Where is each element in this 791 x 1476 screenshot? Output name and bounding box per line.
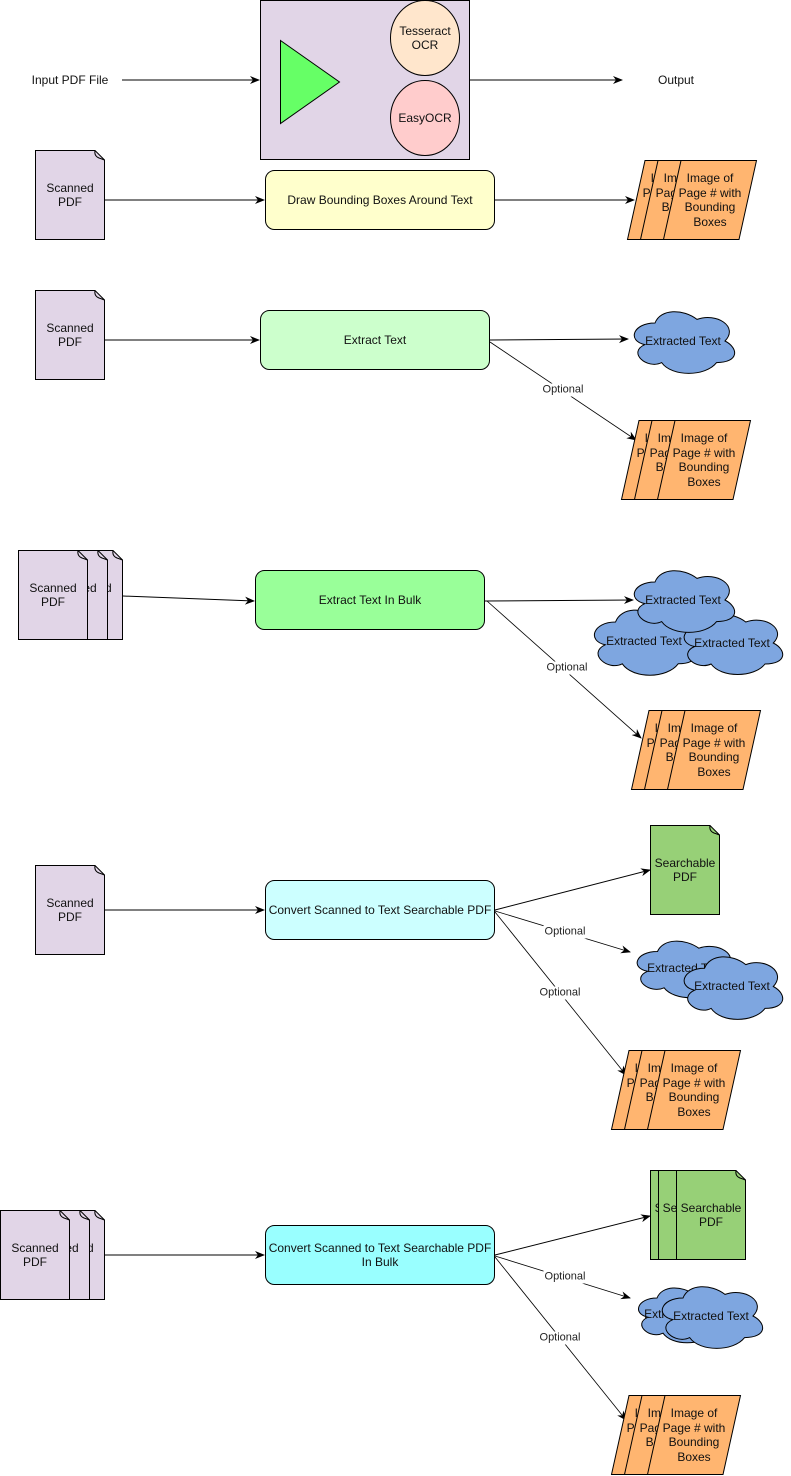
output-label-label: Output: [657, 72, 695, 87]
process-convert-searchable[interactable]: Convert Scanned to Text Searchable PDF: [265, 880, 495, 940]
scanned-pdf-input-2-label: Scanned PDF: [46, 320, 94, 350]
extracted-text-stack-front[interactable]: Extracted Text: [677, 950, 787, 1023]
searchable-pdf-output-label: Searchable PDF: [654, 855, 716, 885]
searchable-pdf-stack-front[interactable]: Searchable PDF: [676, 1170, 746, 1260]
optional-edge-label: Optional: [545, 661, 589, 675]
image-with-bounding-boxes-output-label: Image of Page # with Bounding Boxes: [682, 721, 746, 779]
scanned-pdf-stack-front[interactable]: Scanned PDF: [0, 1210, 70, 1300]
process-extract-text-bulk-label: Extract Text In Bulk: [318, 592, 422, 607]
optional-edge-label: Optional: [543, 1270, 587, 1284]
image-with-bounding-boxes-output[interactable]: Image of Page # with Bounding Boxes: [666, 710, 762, 790]
tesseract-ocr-node-label: Tesseract OCR: [399, 23, 451, 53]
process-extract-text[interactable]: Extract Text: [260, 310, 490, 370]
router-triangle[interactable]: [280, 39, 341, 125]
tesseract-ocr-node[interactable]: Tesseract OCR: [390, 0, 460, 76]
extracted-text-stack-front-label: Extracted Text: [673, 1308, 749, 1323]
process-extract-text-bulk[interactable]: Extract Text In Bulk: [255, 570, 485, 630]
image-with-bounding-boxes-output-label: Image of Page # with Bounding Boxes: [662, 1061, 726, 1119]
image-with-bounding-boxes-output[interactable]: Image of Page # with Bounding Boxes: [646, 1050, 742, 1130]
searchable-pdf-output[interactable]: Searchable PDF: [650, 825, 720, 915]
row5-pdf-arrow[interactable]: [494, 1214, 651, 1256]
image-with-bounding-boxes-output-label: Image of Page # with Bounding Boxes: [678, 171, 742, 229]
extracted-text-output-2-label: Extracted Text: [645, 333, 721, 348]
extracted-text-stack-front-label: Extracted Text: [694, 979, 770, 994]
row3-text-arrow[interactable]: [484, 596, 634, 605]
scanned-pdf-input-1[interactable]: Scanned PDF: [35, 150, 105, 240]
process-convert-searchable-label: Convert Scanned to Text Searchable PDF: [268, 902, 492, 917]
process-draw-bounding-boxes[interactable]: Draw Bounding Boxes Around Text: [265, 170, 495, 230]
process-convert-searchable-bulk[interactable]: Convert Scanned to Text Searchable PDF I…: [265, 1225, 495, 1285]
router-triangle-shape: [280, 39, 341, 125]
image-with-bounding-boxes-output-label: Image of Page # with Bounding Boxes: [662, 1406, 726, 1464]
scanned-pdf-stack-front[interactable]: Scanned PDF: [18, 550, 88, 640]
scanned-pdf-input-4[interactable]: Scanned PDF: [35, 865, 105, 955]
image-with-bounding-boxes-output[interactable]: Image of Page # with Bounding Boxes: [662, 160, 758, 240]
optional-edge-label: Optional: [538, 1331, 582, 1345]
easyocr-node-label: EasyOCR: [398, 110, 452, 125]
input-pdf-file-label: Input PDF File: [31, 72, 109, 87]
scanned-pdf-input-2[interactable]: Scanned PDF: [35, 290, 105, 380]
optional-edge-label: Optional: [541, 383, 585, 397]
row3-input-arrow[interactable]: [122, 595, 255, 605]
easyocr-node[interactable]: EasyOCR: [390, 80, 460, 156]
row4-pdf-arrow[interactable]: [494, 868, 651, 911]
image-with-bounding-boxes-output-label: Image of Page # with Bounding Boxes: [672, 431, 736, 489]
scanned-pdf-stack-front-label: Scanned PDF: [29, 580, 77, 610]
extracted-text-output-2[interactable]: Extracted Text: [627, 305, 739, 377]
image-with-bounding-boxes-output[interactable]: Image of Page # with Bounding Boxes: [646, 1395, 742, 1475]
optional-edge-label: Optional: [543, 925, 587, 939]
extracted-text-stack-front-label: Extracted Text: [645, 592, 721, 607]
process-convert-searchable-bulk-label: Convert Scanned to Text Searchable PDF I…: [268, 1240, 492, 1270]
output-label[interactable]: Output: [640, 70, 712, 90]
process-draw-bounding-boxes-label: Draw Bounding Boxes Around Text: [287, 192, 473, 207]
scanned-pdf-input-4-label: Scanned PDF: [46, 895, 94, 925]
ocr-pipeline-diagram: Input PDF File Tesseract OCR EasyOCR Output…: [0, 0, 791, 1476]
input-pdf-file[interactable]: Input PDF File: [15, 70, 125, 90]
image-with-bounding-boxes-output[interactable]: Image of Page # with Bounding Boxes: [656, 420, 752, 500]
scanned-pdf-stack-front-label: Scanned PDF: [11, 1240, 59, 1270]
extracted-text-stack-front[interactable]: Extracted Text: [627, 564, 739, 636]
extracted-text-stack-front[interactable]: Extracted Text: [655, 1280, 767, 1352]
scanned-pdf-input-1-label: Scanned PDF: [46, 180, 94, 210]
extracted-text-stack-item-label: Extracted Text: [694, 635, 770, 650]
row2-text-arrow[interactable]: [489, 335, 629, 344]
optional-edge-label: Optional: [538, 986, 582, 1000]
process-extract-text-label: Extract Text: [343, 332, 407, 347]
searchable-pdf-stack-front-label: Searchable PDF: [680, 1200, 742, 1230]
